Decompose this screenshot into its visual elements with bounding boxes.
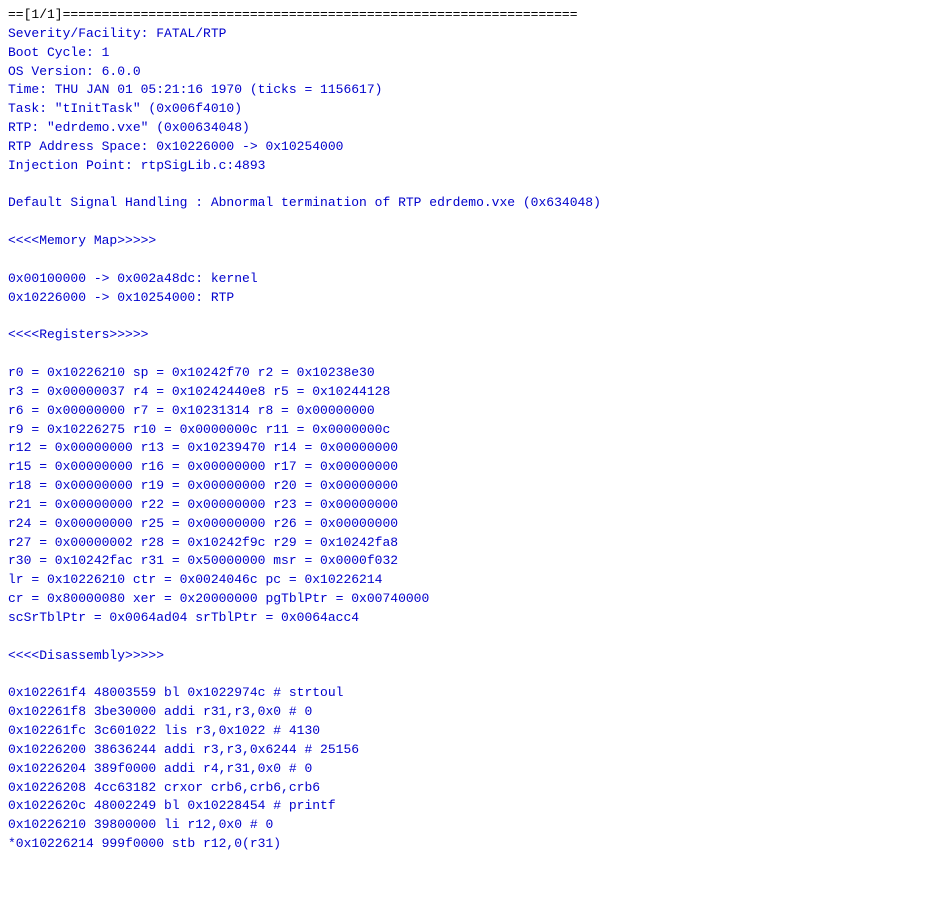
terminal-line: 0x102261f8 3be30000 addi r31,r3,0x0 # 0: [8, 703, 934, 722]
terminal-line: r15 = 0x00000000 r16 = 0x00000000 r17 = …: [8, 458, 934, 477]
terminal-line: r24 = 0x00000000 r25 = 0x00000000 r26 = …: [8, 515, 934, 534]
terminal-line: r3 = 0x00000037 r4 = 0x10242440e8 r5 = 0…: [8, 383, 934, 402]
terminal-line: [8, 666, 934, 685]
terminal-line: 0x10226210 39800000 li r12,0x0 # 0: [8, 816, 934, 835]
terminal-line: Injection Point: rtpSigLib.c:4893: [8, 157, 934, 176]
terminal-line: 0x00100000 -> 0x002a48dc: kernel: [8, 270, 934, 289]
terminal-line: 0x10226200 38636244 addi r3,r3,0x6244 # …: [8, 741, 934, 760]
terminal-line: Boot Cycle: 1: [8, 44, 934, 63]
terminal-line: [8, 345, 934, 364]
terminal-line: r21 = 0x00000000 r22 = 0x00000000 r23 = …: [8, 496, 934, 515]
terminal-line: RTP Address Space: 0x10226000 -> 0x10254…: [8, 138, 934, 157]
terminal-line: [8, 308, 934, 327]
terminal-line: cr = 0x80000080 xer = 0x20000000 pgTblPt…: [8, 590, 934, 609]
terminal-line: 0x102261f4 48003559 bl 0x1022974c # strt…: [8, 684, 934, 703]
terminal-line: ==[1/1]=================================…: [8, 6, 934, 25]
terminal-line: [8, 251, 934, 270]
terminal-line: r30 = 0x10242fac r31 = 0x50000000 msr = …: [8, 552, 934, 571]
terminal-line: RTP: "edrdemo.vxe" (0x00634048): [8, 119, 934, 138]
terminal-line: <<<<Disassembly>>>>>: [8, 647, 934, 666]
terminal-line: Default Signal Handling : Abnormal termi…: [8, 194, 934, 213]
terminal-line: <<<<Memory Map>>>>>: [8, 232, 934, 251]
terminal-line: r18 = 0x00000000 r19 = 0x00000000 r20 = …: [8, 477, 934, 496]
terminal-line: Time: THU JAN 01 05:21:16 1970 (ticks = …: [8, 81, 934, 100]
terminal-line: r27 = 0x00000002 r28 = 0x10242f9c r29 = …: [8, 534, 934, 553]
terminal-line: Task: "tInitTask" (0x006f4010): [8, 100, 934, 119]
terminal-line: [8, 213, 934, 232]
terminal-line: *0x10226214 999f0000 stb r12,0(r31): [8, 835, 934, 854]
terminal-line: 0x102261fc 3c601022 lis r3,0x1022 # 4130: [8, 722, 934, 741]
terminal-line: OS Version: 6.0.0: [8, 63, 934, 82]
terminal-line: scSrTblPtr = 0x0064ad04 srTblPtr = 0x006…: [8, 609, 934, 628]
terminal-line: 0x1022620c 48002249 bl 0x10228454 # prin…: [8, 797, 934, 816]
terminal-line: lr = 0x10226210 ctr = 0x0024046c pc = 0x…: [8, 571, 934, 590]
terminal-line: [8, 628, 934, 647]
terminal-output: ==[1/1]=================================…: [0, 0, 942, 922]
terminal-line: Severity/Facility: FATAL/RTP: [8, 25, 934, 44]
terminal-line: r12 = 0x00000000 r13 = 0x10239470 r14 = …: [8, 439, 934, 458]
terminal-line: <<<<Registers>>>>>: [8, 326, 934, 345]
terminal-line: r6 = 0x00000000 r7 = 0x10231314 r8 = 0x0…: [8, 402, 934, 421]
terminal-line: [8, 176, 934, 195]
terminal-line: 0x10226204 389f0000 addi r4,r31,0x0 # 0: [8, 760, 934, 779]
terminal-line: r0 = 0x10226210 sp = 0x10242f70 r2 = 0x1…: [8, 364, 934, 383]
terminal-line: 0x10226208 4cc63182 crxor crb6,crb6,crb6: [8, 779, 934, 798]
terminal-line: 0x10226000 -> 0x10254000: RTP: [8, 289, 934, 308]
terminal-line: r9 = 0x10226275 r10 = 0x0000000c r11 = 0…: [8, 421, 934, 440]
